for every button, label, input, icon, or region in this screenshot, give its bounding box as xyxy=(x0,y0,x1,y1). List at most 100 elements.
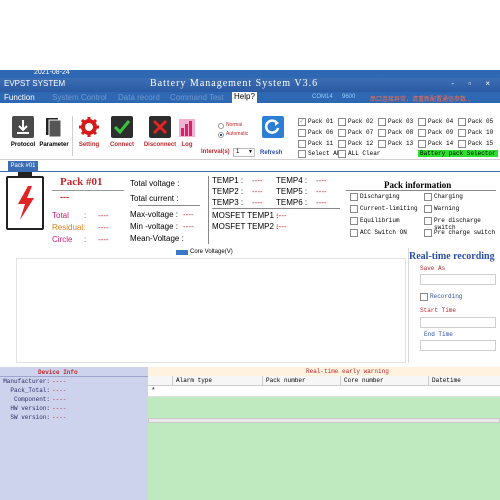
warning-table-row xyxy=(148,386,500,397)
interval-select[interactable]: 1 ▼ xyxy=(233,148,255,157)
mode-normal-radio[interactable] xyxy=(218,123,224,129)
mode-automatic-radio[interactable] xyxy=(218,132,224,138)
warning-column-2[interactable]: Pack number xyxy=(266,377,306,384)
port-label: COM14 xyxy=(312,94,333,100)
log-button[interactable]: Log xyxy=(178,116,196,148)
circle-label: Circle xyxy=(52,235,73,244)
pack-checkbox-8[interactable] xyxy=(378,129,386,137)
pack-info-label-1: Discharging xyxy=(360,193,400,200)
temp6-label: TEMP6 : xyxy=(276,198,308,207)
min-voltage-label: Min -voltage : xyxy=(130,222,179,231)
residual-label: Residual: xyxy=(52,223,86,232)
end-time-input[interactable] xyxy=(420,340,496,351)
end-time-label: End Time xyxy=(424,331,453,338)
temp2-value: ---- xyxy=(252,187,263,196)
select-all-checkbox[interactable] xyxy=(298,150,306,158)
download-icon xyxy=(12,116,34,138)
pack-checkbox-13[interactable] xyxy=(378,140,386,148)
pack-checkbox-4[interactable] xyxy=(418,118,426,126)
pack-checkbox-7[interactable] xyxy=(338,129,346,137)
mosfet-temp2-value: ---- xyxy=(276,222,287,231)
device-info-label-5: SW version: xyxy=(10,414,50,421)
start-time-input[interactable] xyxy=(420,317,496,328)
window-title: Battery Management System V3.6 xyxy=(150,78,319,89)
pack-label-9: Pack 09 xyxy=(428,129,454,136)
horizontal-scrollbar[interactable] xyxy=(148,418,500,423)
pack-checkbox-14[interactable] xyxy=(418,140,426,148)
save-as-input[interactable] xyxy=(420,274,496,285)
pack-label-12: Pack 12 xyxy=(348,140,374,147)
temp6-value: ---- xyxy=(316,198,327,207)
pack-info-checkbox-3 xyxy=(350,205,358,213)
app-name: EVPST SYSTEM xyxy=(4,79,66,88)
pack-checkbox-15[interactable] xyxy=(458,140,466,148)
device-info-label-1: Manufacturer: xyxy=(3,378,50,385)
warning-column-4[interactable]: Datetime xyxy=(432,377,461,384)
temp2-label: TEMP2 : xyxy=(212,187,244,196)
disconnect-button[interactable]: Disconnect xyxy=(142,116,178,148)
pack-status: --- xyxy=(60,192,69,202)
total-voltage-label: Total voltage : xyxy=(130,179,180,188)
pack-checkbox-11[interactable] xyxy=(298,140,306,148)
max-voltage-value: ---- xyxy=(183,210,194,219)
warning-column-1[interactable]: Alarm type xyxy=(176,377,212,384)
menu-help[interactable]: Help? xyxy=(232,92,257,103)
protocol-button[interactable]: Protocol xyxy=(8,116,38,148)
all-clear-checkbox[interactable] xyxy=(338,150,346,158)
disconnect-label: Disconnect xyxy=(143,142,177,148)
tab-pack-01[interactable]: Pack #01 xyxy=(8,161,38,171)
protocol-label: Protocol xyxy=(10,142,36,148)
pack-info-checkbox-5 xyxy=(350,217,358,225)
pack-label-10: Pack 10 xyxy=(468,129,494,136)
pack-info-checkbox-6 xyxy=(424,217,432,225)
menu-data-record[interactable]: Data record xyxy=(118,93,160,102)
pack-info-label-3: Current-limiting xyxy=(360,205,418,212)
pack-checkbox-3[interactable] xyxy=(378,118,386,126)
pack-checkbox-2[interactable] xyxy=(338,118,346,126)
setting-button[interactable]: Setting xyxy=(76,116,102,148)
pack-info-checkbox-1 xyxy=(350,193,358,201)
pack-checkbox-10[interactable] xyxy=(458,129,466,137)
recording-label: Recording xyxy=(430,293,463,300)
pack-label-4: Pack 04 xyxy=(428,118,454,125)
pack-checkbox-6[interactable] xyxy=(298,129,306,137)
temp5-value: ---- xyxy=(316,187,327,196)
pack-info-label-2: Charging xyxy=(434,193,463,200)
warning-column-3[interactable]: Core number xyxy=(344,377,384,384)
pack-info-title: Pack information xyxy=(384,180,452,190)
title-bar: EVPST SYSTEM Battery Management System V… xyxy=(0,77,500,92)
menu-function[interactable]: Function xyxy=(4,93,35,102)
recording-checkbox[interactable] xyxy=(420,293,428,301)
device-info-value-5: ---- xyxy=(52,414,67,421)
temp1-value: ---- xyxy=(252,176,263,185)
pack-checkbox-9[interactable] xyxy=(418,129,426,137)
gear-icon xyxy=(78,116,100,138)
pack-checkbox-12[interactable] xyxy=(338,140,346,148)
voltage-divider xyxy=(138,205,200,206)
max-voltage-label: Max-voltage : xyxy=(130,210,179,219)
toolbar-divider xyxy=(72,116,73,156)
pack-checkbox-5[interactable] xyxy=(458,118,466,126)
pack-label-14: Pack 14 xyxy=(428,140,454,147)
parameter-button[interactable]: Parameter xyxy=(38,116,70,148)
total-sep: : xyxy=(84,211,87,220)
early-warning-title: Real-time early warning xyxy=(306,368,389,375)
menu-system-control[interactable]: System Control xyxy=(52,93,107,102)
total-label: Total xyxy=(52,211,69,220)
pack-info-checkbox-8 xyxy=(424,229,432,237)
document-icon xyxy=(43,116,65,138)
device-info-value-2: ---- xyxy=(52,387,67,394)
pack-info-label-5: Equilibrium xyxy=(360,217,400,224)
device-info-value-3: ---- xyxy=(52,396,67,403)
pack-info-checkbox-7 xyxy=(350,229,358,237)
temp-divider xyxy=(208,176,209,244)
date-label: 2021-08-24 xyxy=(34,69,70,76)
window-controls[interactable]: - ▫ × xyxy=(451,79,496,88)
cross-icon xyxy=(149,116,171,138)
pack-info-divider xyxy=(346,190,496,191)
device-info-value-1: ---- xyxy=(52,378,67,385)
refresh-icon[interactable] xyxy=(262,116,284,138)
menu-command-test[interactable]: Command Test xyxy=(170,93,224,102)
connect-button[interactable]: Connect xyxy=(108,116,136,148)
pack-checkbox-1[interactable]: ✓ xyxy=(298,118,306,126)
